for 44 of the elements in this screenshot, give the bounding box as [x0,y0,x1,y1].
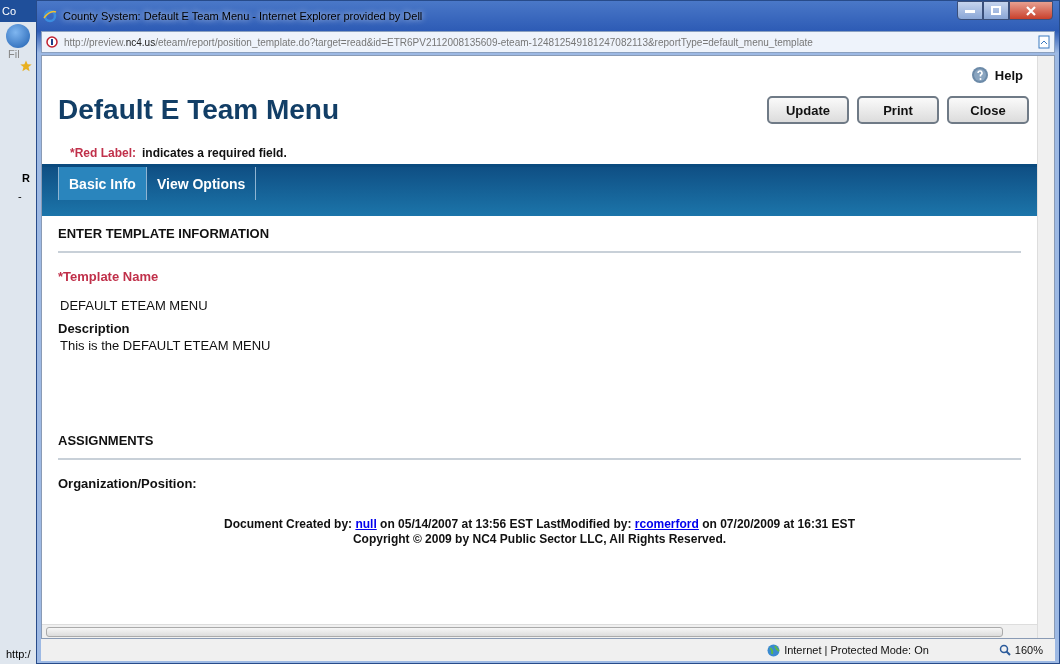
window-title: Co [2,5,17,17]
required-note: indicates a required field. [142,146,287,160]
field-label: Description [58,321,131,336]
page-text: - [17,189,23,202]
tab[interactable]: Basic Info [58,167,147,200]
field-value: DEFAULT ETEAM MENU [59,297,209,313]
browser-logo-icon [43,9,57,23]
help-icon [970,66,989,84]
help-link[interactable]: Help [970,66,1023,84]
vertical-scrollbar[interactable] [1037,56,1054,638]
close-button[interactable] [1009,1,1053,20]
section-title: ASSIGNMENTS [58,353,1021,460]
required-label: *Red Label: [70,146,136,160]
copyright-text: Copyright © 2009 by NC4 Public Sector LLC, All Rights Reserved. [351,532,728,547]
page-text: R [21,172,31,184]
status-text: http:/ [5,648,32,662]
action-button[interactable]: Update [767,96,849,124]
user-link[interactable]: null [355,517,377,531]
close-icon [1026,5,1036,16]
page-icon [1038,35,1050,49]
minimize-icon [965,8,975,13]
back-icon[interactable] [6,24,30,48]
field-label: Organization/Position: [58,476,198,491]
tab[interactable]: View Options [146,167,257,200]
field-value: This is the DEFAULT ETEAM MENU [59,337,272,353]
document-info: Document Created by: null on 05/14/2007 at 13:56 EST LastModified by: rcomerford on 07/20/2009 at 16:31 EST [223,517,856,532]
star-icon[interactable] [20,60,32,72]
user-link[interactable]: rcomerford [634,517,699,531]
page-heading: Default E Team Menu [58,94,340,126]
action-button[interactable]: Close [947,96,1029,124]
address-bar[interactable]: http://preview.nc4.us/eteam/report/position_template.do?target=read&id=ETR6PV2112008135609-eteam-124812549181247082113&reportType=default_menu_template [41,31,1055,53]
action-button[interactable]: Print [857,96,939,124]
site-icon [46,36,58,48]
horizontal-scrollbar[interactable] [42,624,1037,638]
security-zone: Internet | Protected Mode: On [784,644,929,656]
globe-icon [767,643,781,657]
field-label: *Template Name [58,269,160,284]
window-title: County System: Default E Team Menu - Internet Explorer provided by Dell [63,10,424,22]
section-title: ENTER TEMPLATE INFORMATION [58,216,1021,253]
minimize-button[interactable] [957,1,983,20]
maximize-button[interactable] [983,1,1009,20]
zoom-level[interactable]: 160% [1014,644,1043,656]
magnifier-icon [998,644,1011,656]
maximize-icon [991,6,1001,15]
